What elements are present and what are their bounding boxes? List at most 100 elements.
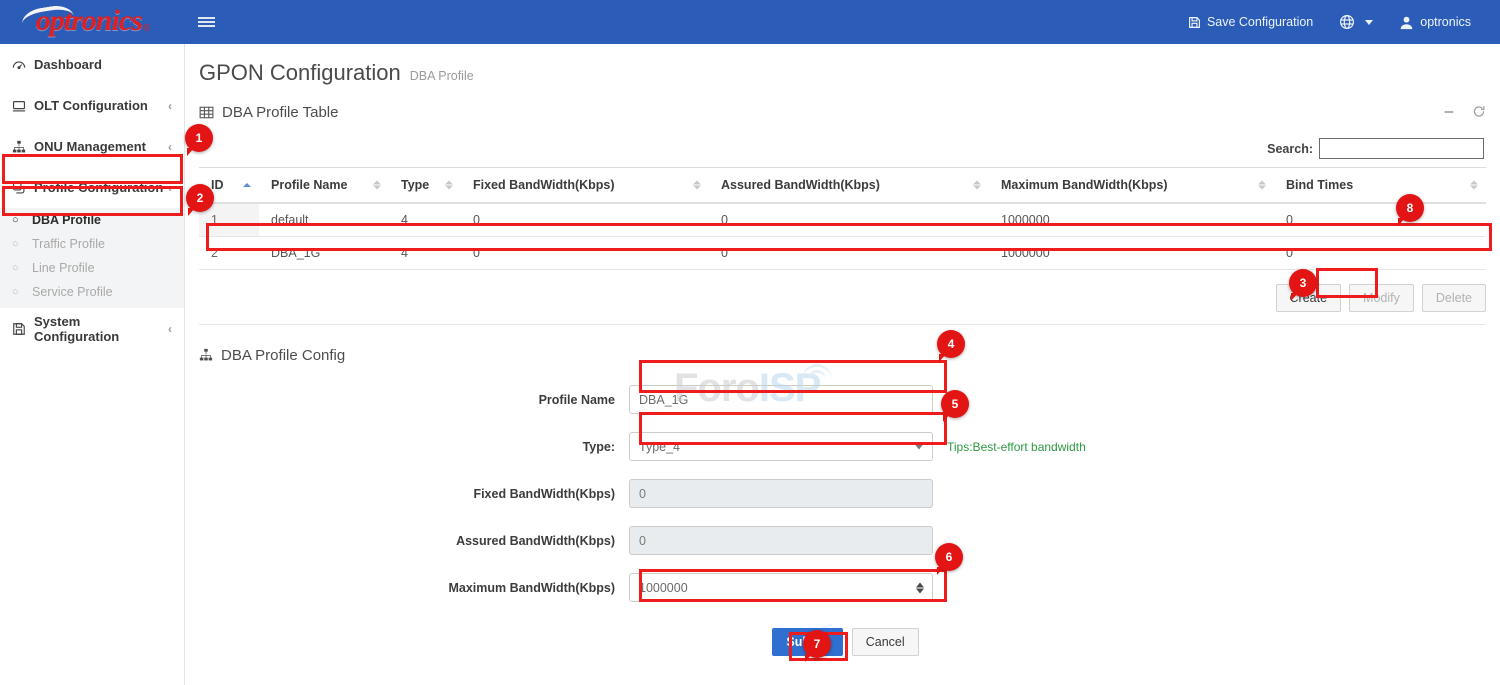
column-label: Maximum BandWidth(Kbps) <box>1001 178 1168 192</box>
number-stepper-icon[interactable] <box>916 581 924 594</box>
table-row[interactable]: 1 default 4 0 0 1000000 0 <box>199 203 1486 237</box>
sidebar-item-label: ONU Management <box>34 139 168 154</box>
save-configuration-label: Save Configuration <box>1207 15 1313 29</box>
cell-assured-bandwidth: 0 <box>709 203 989 237</box>
chevron-left-icon: ‹ <box>168 322 172 336</box>
annotation-badge-3: 3 <box>1289 269 1317 297</box>
column-label: Fixed BandWidth(Kbps) <box>473 178 615 192</box>
cell-type: 4 <box>389 237 461 270</box>
topbar-right-group: Save Configuration optronics <box>1175 0 1500 44</box>
cell-fixed-bandwidth: 0 <box>461 237 709 270</box>
top-navbar: optronics ® Save Configuration <box>0 0 1500 44</box>
refresh-icon[interactable] <box>1472 105 1486 119</box>
cell-bind-times: 0 <box>1274 203 1486 237</box>
fixed-bandwidth-input[interactable] <box>629 479 933 508</box>
circle-bullet-icon: ○ <box>12 262 32 274</box>
annotation-badge-8: 8 <box>1396 194 1424 222</box>
annotation-badge-6: 6 <box>935 543 963 571</box>
language-selector[interactable] <box>1326 0 1386 44</box>
minimize-icon[interactable] <box>1442 105 1456 119</box>
sidebar-item-olt-configuration[interactable]: OLT Configuration ‹ <box>0 85 184 126</box>
table-panel-header: DBA Profile Table <box>199 96 1486 128</box>
save-configuration-button[interactable]: Save Configuration <box>1175 0 1326 44</box>
chevron-left-icon: ‹ <box>168 140 172 154</box>
sidebar-item-dba-profile[interactable]: ○ DBA Profile <box>0 208 184 232</box>
column-label: Profile Name <box>271 178 347 192</box>
cell-fixed-bandwidth: 0 <box>461 203 709 237</box>
form-panel-title: DBA Profile Config <box>221 347 345 364</box>
sidebar-item-system-configuration[interactable]: System Configuration ‹ <box>0 308 184 349</box>
assured-bandwidth-input[interactable] <box>629 526 933 555</box>
form-row-type: Type: Type_4 Tips:Best-effort bandwidth <box>199 432 1486 461</box>
modify-button[interactable]: Modify <box>1349 284 1414 312</box>
annotation-badge-4: 4 <box>937 330 965 358</box>
sidebar-item-label: Dashboard <box>34 57 172 72</box>
globe-icon <box>1339 14 1355 30</box>
table-header-row: ID Profile Name Type Fixed BandWidth(Kbp… <box>199 168 1486 204</box>
cell-id: 2 <box>199 237 259 270</box>
sort-ascending-icon <box>243 182 251 188</box>
sidebar-subitem-label: Line Profile <box>32 261 95 275</box>
sidebar-item-line-profile[interactable]: ○ Line Profile <box>0 256 184 280</box>
brand-logo-text: optronics <box>36 6 142 36</box>
copy-icon <box>12 181 34 195</box>
column-header-type[interactable]: Type <box>389 168 461 204</box>
annotation-badge-1: 1 <box>185 124 213 152</box>
cell-assured-bandwidth: 0 <box>709 237 989 270</box>
sidebar-subitem-label: Traffic Profile <box>32 237 105 251</box>
chevron-down-icon <box>1365 20 1373 25</box>
table-row[interactable]: 2 DBA_1G 4 0 0 1000000 0 <box>199 237 1486 270</box>
type-select[interactable]: Type_4 <box>629 432 933 461</box>
circle-bullet-icon: ○ <box>12 286 32 298</box>
sidebar-subitem-label: DBA Profile <box>32 213 101 227</box>
form-row-profile-name: Profile Name <box>199 385 1486 414</box>
column-header-bind-times[interactable]: Bind Times <box>1274 168 1486 204</box>
cell-profile-name: DBA_1G <box>259 237 389 270</box>
main-content: GPON Configuration DBA Profile DBA Profi… <box>185 44 1500 685</box>
brand-logo[interactable]: optronics ® <box>0 0 185 44</box>
cancel-button[interactable]: Cancel <box>852 628 919 656</box>
page-header: GPON Configuration DBA Profile <box>185 44 1500 96</box>
user-menu[interactable]: optronics <box>1386 0 1484 44</box>
sort-icon <box>1258 180 1266 191</box>
column-header-profile-name[interactable]: Profile Name <box>259 168 389 204</box>
column-header-fixed-bandwidth[interactable]: Fixed BandWidth(Kbps) <box>461 168 709 204</box>
save-icon <box>1188 16 1201 29</box>
assured-bandwidth-label: Assured BandWidth(Kbps) <box>199 534 629 548</box>
sort-icon <box>1470 180 1478 191</box>
panel-header-actions <box>1442 105 1486 119</box>
sidebar-item-service-profile[interactable]: ○ Service Profile <box>0 280 184 304</box>
column-header-assured-bandwidth[interactable]: Assured BandWidth(Kbps) <box>709 168 989 204</box>
fixed-bandwidth-label: Fixed BandWidth(Kbps) <box>199 487 629 501</box>
column-header-maximum-bandwidth[interactable]: Maximum BandWidth(Kbps) <box>989 168 1274 204</box>
sidebar-item-profile-configuration[interactable]: Profile Configuration ‹ <box>0 167 184 208</box>
annotation-badge-7: 7 <box>803 630 831 658</box>
cell-bind-times: 0 <box>1274 237 1486 270</box>
monitor-icon <box>12 99 34 113</box>
profile-name-label: Profile Name <box>199 393 629 407</box>
form-row-fixed-bandwidth: Fixed BandWidth(Kbps) <box>199 479 1486 508</box>
annotation-badge-5: 5 <box>941 390 969 418</box>
form-row-maximum-bandwidth: Maximum BandWidth(Kbps) <box>199 573 1486 602</box>
column-label: Assured BandWidth(Kbps) <box>721 178 880 192</box>
form-panel-header: DBA Profile Config <box>199 339 1486 371</box>
profile-name-input[interactable] <box>629 385 933 414</box>
sort-icon <box>973 180 981 191</box>
cell-profile-name: default <box>259 203 389 237</box>
dashboard-icon <box>12 58 34 72</box>
cell-type: 4 <box>389 203 461 237</box>
maximum-bandwidth-input[interactable] <box>629 573 933 602</box>
sort-icon <box>445 180 453 191</box>
sidebar-item-onu-management[interactable]: ONU Management ‹ <box>0 126 184 167</box>
annotation-badge-2: 2 <box>186 184 214 212</box>
table-search-row: Search: <box>199 138 1486 159</box>
hamburger-icon[interactable] <box>185 0 227 44</box>
user-name-label: optronics <box>1420 15 1471 29</box>
delete-button[interactable]: Delete <box>1422 284 1486 312</box>
cell-maximum-bandwidth: 1000000 <box>989 237 1274 270</box>
search-input[interactable] <box>1319 138 1484 159</box>
sidebar-item-dashboard[interactable]: Dashboard <box>0 44 184 85</box>
sidebar-item-traffic-profile[interactable]: ○ Traffic Profile <box>0 232 184 256</box>
maximum-bandwidth-label: Maximum BandWidth(Kbps) <box>199 581 629 595</box>
table-icon <box>199 105 214 120</box>
